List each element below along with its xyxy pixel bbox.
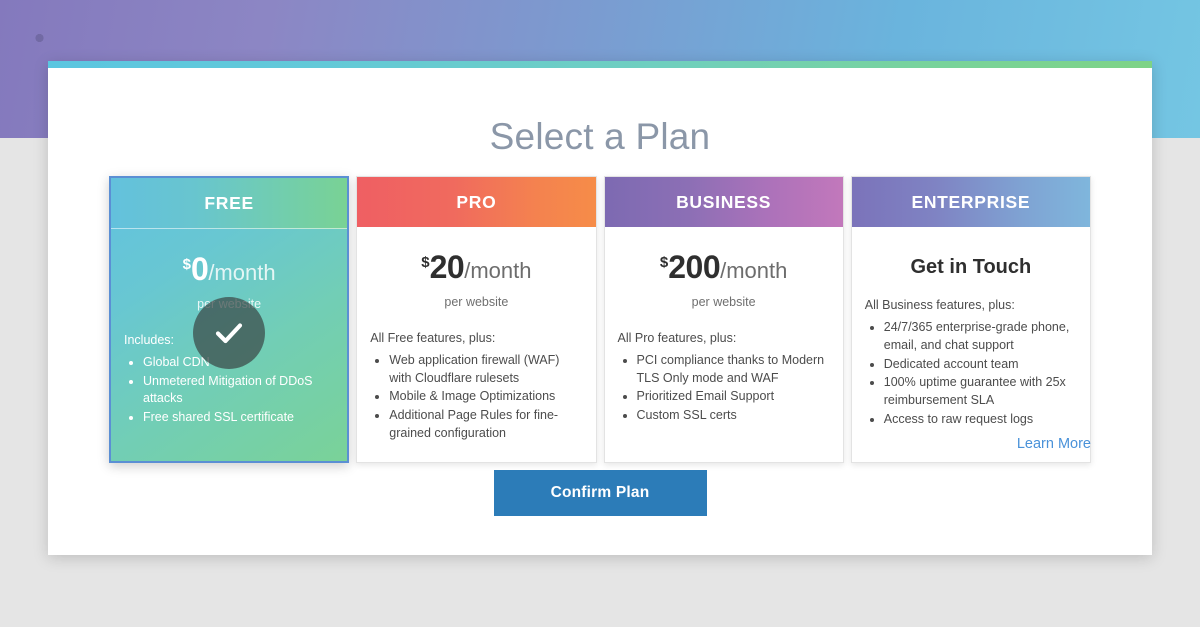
plan-contact-headline: Get in Touch [910, 256, 1032, 278]
plan-price-free: $0/month [124, 247, 334, 292]
list-item: Web application firewall (WAF) with Clou… [389, 352, 582, 388]
plan-card-free[interactable]: FREE $0/month per website Includes: Glob… [109, 176, 350, 463]
learn-more-link[interactable]: Learn More [1017, 436, 1091, 452]
plan-header-free: FREE [111, 178, 348, 229]
plan-feature-list-business: PCI compliance thanks to Modern TLS Only… [618, 352, 830, 425]
list-item: Prioritized Email Support [637, 388, 830, 406]
plan-card-enterprise[interactable]: ENTERPRISE Get in Touch All Business fea… [850, 176, 1091, 463]
list-item: Access to raw request logs [884, 411, 1077, 429]
list-item: Mobile & Image Optimizations [389, 388, 582, 406]
plan-features-intro-business: All Pro features, plus: [617, 331, 737, 346]
plan-feature-list-pro: Web application firewall (WAF) with Clou… [370, 352, 582, 443]
plan-feature-list-enterprise: 24/7/365 enterprise-grade phone, email, … [865, 319, 1077, 429]
plan-header-business: BUSINESS [604, 177, 843, 227]
check-icon [216, 323, 243, 344]
plan-body-enterprise: Get in Touch All Business features, plus… [852, 227, 1090, 448]
confirm-plan-button[interactable]: Confirm Plan [493, 470, 707, 516]
price-amount: 200 [668, 249, 721, 285]
selected-check-badge [193, 297, 266, 369]
plan-body-pro: $20/month per website All Free features,… [357, 227, 595, 462]
plan-header-pro: PRO [357, 177, 596, 227]
plan-body-business: $200/month per website All Pro features,… [605, 227, 843, 444]
list-item: Dedicated account team [884, 356, 1077, 374]
plan-features-intro-pro: All Free features, plus: [370, 331, 496, 346]
price-period: /month [464, 258, 532, 283]
plan-card-grid: FREE $0/month per website Includes: Glob… [109, 176, 1091, 463]
plan-features-intro-enterprise: All Business features, plus: [864, 298, 1015, 313]
select-plan-modal: Select a Plan FREE $0/month per website … [48, 61, 1152, 555]
plan-header-enterprise: ENTERPRISE [851, 177, 1090, 227]
plan-card-business[interactable]: BUSINESS $200/month per website All Pro … [603, 176, 844, 463]
price-amount: 20 [429, 249, 465, 285]
list-item: Free shared SSL certificate [143, 409, 334, 427]
confirm-row: Confirm Plan [48, 470, 1152, 516]
plan-name-business: BUSINESS [676, 191, 772, 212]
price-amount: 0 [191, 251, 209, 287]
plan-card-pro[interactable]: PRO $20/month per website All Free featu… [356, 176, 597, 463]
list-item: Custom SSL certs [637, 407, 830, 425]
plan-name-enterprise: ENTERPRISE [911, 191, 1031, 212]
price-period: /month [208, 260, 276, 285]
plan-price-unit-pro: per website [444, 295, 509, 310]
price-period: /month [720, 258, 788, 283]
list-item: Unmetered Mitigation of DDoS attacks [143, 373, 334, 409]
list-item: 100% uptime guarantee with 25x reimburse… [884, 374, 1077, 410]
plan-price-business: $200/month [618, 245, 830, 290]
background-artifact-icon [33, 31, 46, 45]
plan-price-pro: $20/month [370, 245, 582, 290]
price-currency: $ [659, 254, 669, 271]
list-item: 24/7/365 enterprise-grade phone, email, … [884, 319, 1077, 355]
modal-accent-bar [48, 61, 1152, 68]
learn-more-row: Learn More [48, 435, 1091, 453]
list-item: PCI compliance thanks to Modern TLS Only… [637, 352, 830, 388]
plan-name-pro: PRO [456, 191, 497, 212]
plan-name-free: FREE [204, 192, 254, 213]
plan-price-unit-business: per website [691, 295, 756, 310]
page-title: Select a Plan [489, 116, 711, 157]
price-currency: $ [421, 254, 430, 271]
price-currency: $ [182, 256, 192, 273]
